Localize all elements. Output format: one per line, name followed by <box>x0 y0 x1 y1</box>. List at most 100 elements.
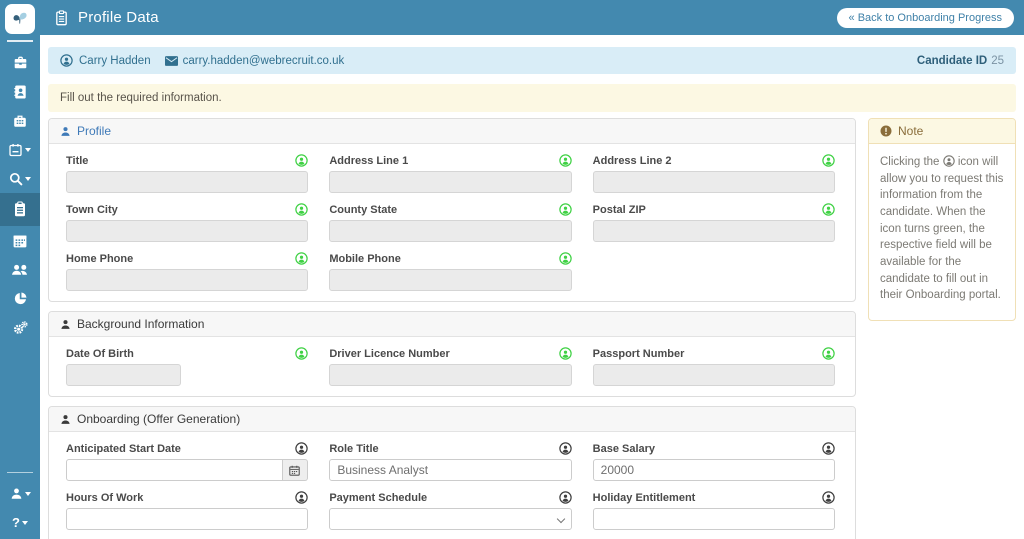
request-info-icon[interactable] <box>822 442 835 455</box>
page-title: Profile Data <box>78 9 159 26</box>
user-circle-icon <box>943 155 955 167</box>
field-label: Driver Licence Number <box>329 348 449 360</box>
sidebar-item-reports[interactable] <box>0 284 40 313</box>
request-info-icon[interactable] <box>559 154 572 167</box>
calendar-grid-icon <box>12 233 28 249</box>
base-salary-input[interactable] <box>593 459 835 481</box>
date-of-birth-input <box>66 364 181 386</box>
user-icon <box>10 487 23 500</box>
sidebar-item-calendar[interactable] <box>0 226 40 255</box>
field-label: Title <box>66 155 88 167</box>
request-info-icon[interactable] <box>295 203 308 216</box>
sidebar-item-contacts[interactable] <box>0 77 40 106</box>
field-payment-schedule: Payment Schedule <box>329 490 571 530</box>
candidate-info-bar: Carry Hadden carry.hadden@webrecruit.co.… <box>48 47 1016 74</box>
caret-down-icon <box>25 177 31 181</box>
driver-licence-input <box>329 364 571 386</box>
sidebar-item-users[interactable] <box>0 255 40 284</box>
field-holiday-entitlement: Holiday Entitlement <box>593 490 835 530</box>
holiday-entitlement-input[interactable] <box>593 508 835 530</box>
address-line-2-input <box>593 171 835 193</box>
field-label: Mobile Phone <box>329 253 401 265</box>
sidebar-item-jobs[interactable] <box>0 48 40 77</box>
sidebar-item-settings[interactable] <box>0 313 40 342</box>
request-info-icon[interactable] <box>559 347 572 360</box>
candidate-id-label: Candidate ID <box>917 55 987 67</box>
sidebar-bottom-divider <box>7 472 33 473</box>
field-base-salary: Base Salary <box>593 441 835 481</box>
caret-down-icon <box>25 148 31 152</box>
help-icon: ? <box>12 515 20 530</box>
search-icon <box>9 172 23 186</box>
calendar-picker-button[interactable] <box>283 459 309 481</box>
field-label: Date Of Birth <box>66 348 134 360</box>
profile-panel-header: Profile <box>49 119 855 144</box>
field-passport-number: Passport Number <box>593 346 835 386</box>
briefcase-icon <box>12 55 29 71</box>
note-panel: Note Clicking the icon will allow you to… <box>868 118 1016 321</box>
request-info-icon[interactable] <box>822 491 835 504</box>
field-label: Address Line 1 <box>329 155 408 167</box>
field-label: Postal ZIP <box>593 204 646 216</box>
request-info-icon[interactable] <box>295 442 308 455</box>
sidebar: ? <box>0 0 40 539</box>
hours-of-work-input[interactable] <box>66 508 308 530</box>
sidebar-item-onboarding-active[interactable] <box>0 193 40 226</box>
required-info-alert: Fill out the required information. <box>48 84 1016 112</box>
field-label: Payment Schedule <box>329 492 427 504</box>
request-info-icon[interactable] <box>559 252 572 265</box>
field-label: County State <box>329 204 397 216</box>
field-town-city: Town City <box>66 202 308 242</box>
role-title-input[interactable] <box>329 459 571 481</box>
sidebar-item-help-menu[interactable]: ? <box>0 508 40 537</box>
home-phone-input <box>66 269 308 291</box>
clipboard-icon <box>54 10 69 26</box>
contacts-book-icon <box>12 84 28 100</box>
field-title: Title <box>66 153 308 193</box>
field-label: Address Line 2 <box>593 155 672 167</box>
sidebar-item-search[interactable] <box>0 164 40 193</box>
title-input <box>66 171 308 193</box>
request-info-icon[interactable] <box>295 347 308 360</box>
field-label: Role Title <box>329 443 378 455</box>
sidebar-item-user-menu[interactable] <box>0 479 40 508</box>
anticipated-start-date-input[interactable] <box>66 459 283 481</box>
field-mobile-phone: Mobile Phone <box>329 251 571 291</box>
request-info-icon[interactable] <box>295 491 308 504</box>
background-info-panel: Background Information Date Of Birth Dri… <box>48 311 856 397</box>
clipboard-icon <box>12 201 28 218</box>
field-label: Home Phone <box>66 253 133 265</box>
address-line-1-input <box>329 171 571 193</box>
request-info-icon[interactable] <box>559 442 572 455</box>
field-home-phone: Home Phone <box>66 251 308 291</box>
field-date-of-birth: Date Of Birth <box>66 346 308 386</box>
candidate-email[interactable]: carry.hadden@webrecruit.co.uk <box>183 55 345 67</box>
request-info-icon[interactable] <box>559 491 572 504</box>
user-circle-icon <box>60 54 73 67</box>
back-to-onboarding-button[interactable]: « Back to Onboarding Progress <box>837 8 1014 28</box>
sidebar-item-schedule[interactable] <box>0 135 40 164</box>
request-info-icon[interactable] <box>559 203 572 216</box>
field-label: Passport Number <box>593 348 685 360</box>
field-county-state: County State <box>329 202 571 242</box>
request-info-icon[interactable] <box>295 252 308 265</box>
field-label: Anticipated Start Date <box>66 443 181 455</box>
person-icon <box>60 319 71 330</box>
sidebar-item-resources[interactable] <box>0 106 40 135</box>
onboarding-panel: Onboarding (Offer Generation) Anticipate… <box>48 406 856 539</box>
person-icon <box>60 414 71 425</box>
payment-schedule-select[interactable] <box>329 508 571 530</box>
warning-circle-icon <box>880 125 892 137</box>
request-info-icon[interactable] <box>822 154 835 167</box>
person-icon <box>60 126 71 137</box>
request-info-icon[interactable] <box>295 154 308 167</box>
pie-chart-icon <box>13 291 28 306</box>
request-info-icon[interactable] <box>822 203 835 216</box>
field-label: Town City <box>66 204 118 216</box>
candidate-id-value: 25 <box>991 55 1004 67</box>
field-anticipated-start-date: Anticipated Start Date <box>66 441 308 481</box>
note-text: Clicking the icon will allow you to requ… <box>869 144 1015 320</box>
request-info-icon[interactable] <box>822 347 835 360</box>
field-address-line-2: Address Line 2 <box>593 153 835 193</box>
app-logo[interactable] <box>5 4 35 34</box>
